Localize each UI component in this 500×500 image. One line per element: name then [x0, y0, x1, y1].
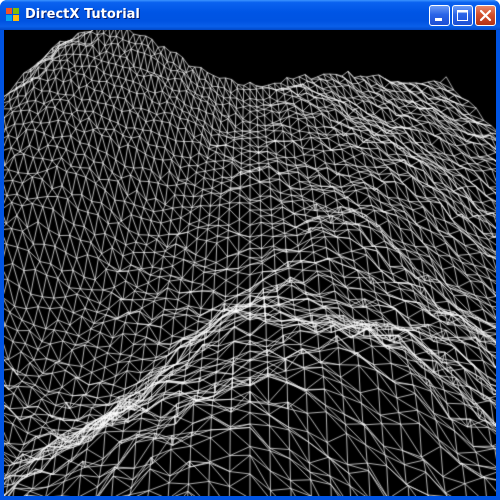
- minimize-icon: [435, 18, 442, 21]
- window-title: DirectX Tutorial: [25, 7, 140, 22]
- maximize-icon: [457, 10, 468, 21]
- directx-viewport[interactable]: [4, 30, 496, 496]
- windows-logo-icon: [6, 8, 20, 22]
- title-bar[interactable]: DirectX Tutorial: [0, 0, 500, 30]
- wireframe-terrain-canvas: [4, 30, 496, 496]
- maximize-button[interactable]: [452, 5, 473, 26]
- close-icon: [479, 9, 492, 22]
- minimize-button[interactable]: [429, 5, 450, 26]
- app-window: DirectX Tutorial: [0, 0, 500, 500]
- close-button[interactable]: [475, 5, 496, 26]
